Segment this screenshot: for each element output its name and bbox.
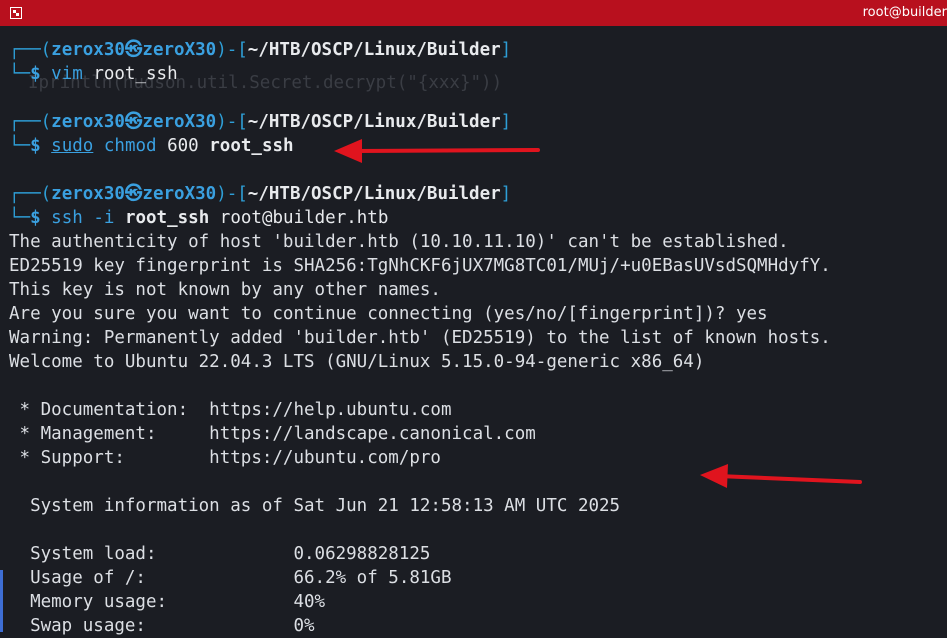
red-arrow-icon bbox=[334, 139, 540, 163]
red-arrow-icon bbox=[700, 464, 862, 488]
annotation-arrows bbox=[334, 139, 862, 488]
